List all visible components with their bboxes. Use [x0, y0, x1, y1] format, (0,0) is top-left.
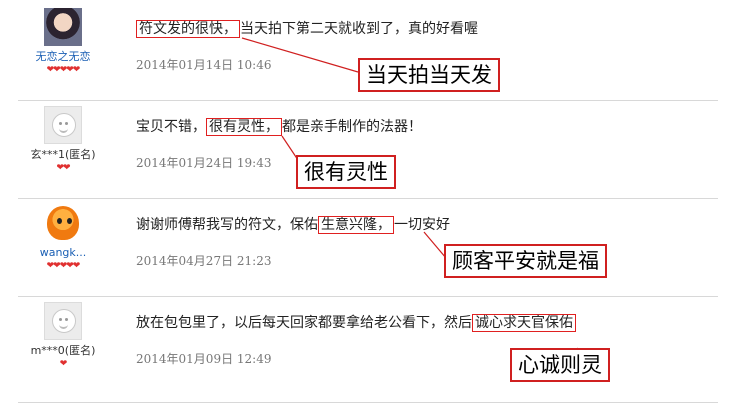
avatar: [44, 106, 82, 144]
review-text-after: 一切安好: [394, 217, 450, 233]
annotation-callout: 当天拍当天发: [358, 58, 500, 92]
review-text: 符文发的很快， 当天拍下第二天就收到了，真的好看喔: [136, 18, 726, 40]
highlight-box: 很有灵性，: [206, 118, 282, 136]
review-row: m***0(匿名) ❤ 放在包包里了，以后每天回家都要拿给老公看下，然后 诚心求天…: [18, 298, 718, 403]
review-content: 谢谢师傅帮我写的符文，保佑 生意兴隆， 一切安好 2014年04月27日 21:23: [136, 214, 726, 269]
reviewer-name: m***0(匿名): [30, 344, 96, 357]
reviewer-name: 玄***1(匿名): [30, 148, 96, 161]
reviewer-info: 玄***1(匿名) ❤❤: [18, 106, 108, 174]
annotation-callout: 顾客平安就是福: [444, 244, 607, 278]
highlight-box: 符文发的很快，: [136, 20, 240, 38]
heart-rating-icon: ❤❤❤❤❤: [46, 261, 81, 271]
reviewer-info: m***0(匿名) ❤: [18, 302, 108, 370]
reviewer-info: wangk... ❤❤❤❤❤: [18, 204, 108, 272]
review-text-after: 都是亲手制作的法器！: [282, 119, 422, 135]
review-text-before: 放在包包里了，以后每天回家都要拿给老公看下，然后: [136, 315, 472, 331]
review-date: 2014年04月27日 21:23: [136, 254, 272, 268]
heart-rating-icon: ❤❤: [56, 163, 70, 173]
review-content: 宝贝不错， 很有灵性， 都是亲手制作的法器！ 2014年01月24日 19:43: [136, 116, 726, 171]
review-content: 放在包包里了，以后每天回家都要拿给老公看下，然后 诚心求天官保佑 2014年01月…: [136, 312, 726, 367]
review-date: 2014年01月24日 19:43: [136, 156, 272, 170]
review-text: 谢谢师傅帮我写的符文，保佑 生意兴隆， 一切安好: [136, 214, 726, 236]
heart-rating-icon: ❤❤❤❤❤: [46, 65, 81, 75]
annotation-callout: 心诚则灵: [510, 348, 610, 382]
review-row: wangk... ❤❤❤❤❤ 谢谢师傅帮我写的符文，保佑 生意兴隆， 一切安好 20…: [18, 200, 718, 297]
reviewer-name[interactable]: wangk...: [18, 246, 108, 260]
review-text: 放在包包里了，以后每天回家都要拿给老公看下，然后 诚心求天官保佑: [136, 312, 726, 334]
avatar: [44, 302, 82, 340]
highlight-box: 诚心求天官保佑: [472, 314, 576, 332]
review-text: 宝贝不错， 很有灵性， 都是亲手制作的法器！: [136, 116, 726, 138]
annotation-callout: 很有灵性: [296, 155, 396, 189]
review-text-before: 宝贝不错，: [136, 119, 206, 135]
review-text-before: 谢谢师傅帮我写的符文，保佑: [136, 217, 318, 233]
reviewer-name[interactable]: 无恋之无恋: [18, 50, 108, 64]
review-text-after: 当天拍下第二天就收到了，真的好看喔: [240, 21, 478, 37]
avatar[interactable]: [44, 204, 82, 242]
avatar[interactable]: [44, 8, 82, 46]
review-date: 2014年01月09日 12:49: [136, 352, 272, 366]
highlight-box: 生意兴隆，: [318, 216, 394, 234]
heart-rating-icon: ❤: [59, 359, 68, 369]
reviewer-info: 无恋之无恋 ❤❤❤❤❤: [18, 8, 108, 76]
